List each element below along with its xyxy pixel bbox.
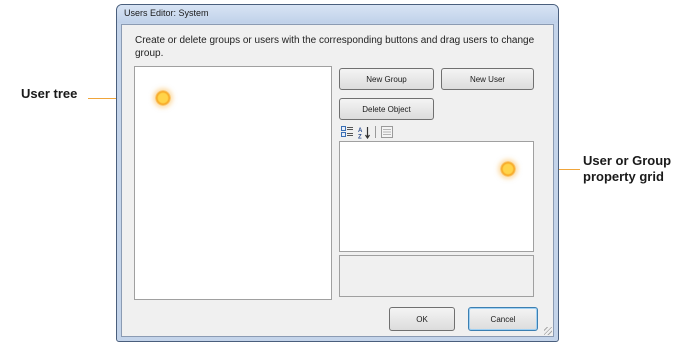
property-grid-callout-label: User or Group property grid: [583, 153, 672, 184]
user-tree-callout-dot: [155, 90, 171, 106]
property-pages-icon[interactable]: [380, 126, 394, 139]
svg-text:A: A: [358, 128, 363, 134]
cancel-button[interactable]: Cancel: [468, 307, 538, 331]
property-grid-callout-dot: [500, 161, 516, 177]
svg-text:Z: Z: [358, 134, 362, 139]
delete-object-button[interactable]: Delete Object: [339, 98, 434, 120]
toolbar-separator: [375, 126, 376, 138]
property-description-panel: [339, 255, 534, 297]
instructions-text: Create or delete groups or users with th…: [135, 35, 535, 59]
user-tree-callout-label: User tree: [21, 86, 78, 101]
dialog-body: Create or delete groups or users with th…: [121, 24, 554, 337]
property-grid-toolbar: A Z: [340, 125, 397, 139]
window-title: Users Editor: System: [124, 8, 209, 18]
property-grid[interactable]: [339, 141, 534, 252]
new-user-button[interactable]: New User: [441, 68, 534, 90]
alphabetical-sort-icon[interactable]: A Z: [357, 126, 371, 139]
title-bar[interactable]: Users Editor: System: [117, 5, 558, 23]
resize-grip[interactable]: [544, 327, 552, 335]
new-group-button[interactable]: New Group: [339, 68, 434, 90]
categorized-icon[interactable]: [340, 126, 354, 139]
users-editor-dialog: Users Editor: System Create or delete gr…: [116, 4, 559, 342]
ok-button[interactable]: OK: [389, 307, 455, 331]
